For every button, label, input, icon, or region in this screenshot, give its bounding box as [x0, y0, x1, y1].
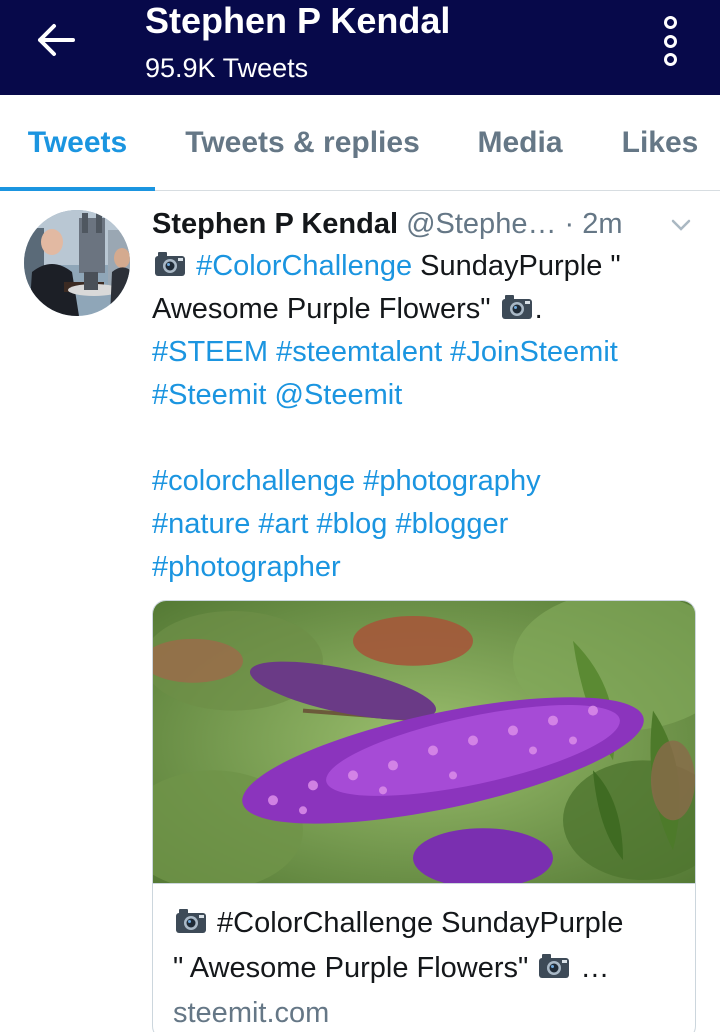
tweet-hashtags-line7[interactable]: #photographer: [152, 546, 712, 589]
tweet-header: Stephen P Kendal @Stephe… · 2m: [152, 203, 712, 245]
profile-tabs: Tweets Tweets & replies Media Likes: [0, 95, 720, 191]
more-options-button[interactable]: [654, 16, 686, 66]
tweet-author-name[interactable]: Stephen P Kendal: [152, 208, 398, 240]
avatar[interactable]: [24, 210, 130, 316]
dot: [663, 34, 677, 48]
dot: [663, 53, 677, 66]
tab-media[interactable]: Media: [455, 95, 585, 191]
card-title-ellipsis: …: [572, 952, 610, 984]
tab-tweets[interactable]: Tweets: [0, 95, 155, 191]
tweet-hashtags-line4[interactable]: #Steemit @Steemit: [152, 374, 712, 417]
tweet-hashtags-line6[interactable]: #nature #art #blog #blogger: [152, 503, 712, 546]
camera-emoji-icon: [155, 252, 185, 276]
arrow-left-icon: [38, 24, 75, 56]
camera-emoji-icon: [501, 295, 532, 319]
chevron-down-icon[interactable]: [670, 216, 692, 234]
profile-header: Stephen P Kendal 95.9K Tweets: [0, 0, 720, 95]
card-title-line2: " Awesome Purple Flowers": [173, 952, 537, 984]
card-domain: steemit.com: [173, 997, 330, 1029]
vertical-dots-icon: [663, 16, 677, 29]
link-preview-card[interactable]: #ColorChallenge SundayPurple " Awesome P…: [152, 600, 696, 1032]
profile-name-title: Stephen P Kendal: [145, 0, 451, 41]
card-title: #ColorChallenge SundayPurple " Awesome P…: [173, 901, 683, 991]
tweet-text: #ColorChallenge SundayPurple " Awesome P…: [152, 245, 712, 589]
tweet-text-line2: Awesome Purple Flowers": [152, 293, 499, 325]
tweet-text-line2-end: .: [534, 293, 543, 325]
tab-likes[interactable]: Likes: [600, 95, 720, 191]
avatar-photo: [24, 210, 130, 316]
tweet-hashtags-line5[interactable]: #colorchallenge #photography: [152, 460, 712, 503]
card-image-purple-flowers: [153, 601, 695, 884]
camera-emoji-icon: [176, 909, 206, 933]
tab-tweets-replies[interactable]: Tweets & replies: [160, 95, 445, 191]
tweet-count: 95.9K Tweets: [145, 53, 309, 83]
active-tab-indicator: [0, 187, 155, 191]
card-title-line1: #ColorChallenge SundayPurple: [209, 907, 624, 939]
tweet-author-handle[interactable]: @Stephe…: [406, 208, 556, 240]
tweet-timestamp: 2m: [582, 208, 623, 240]
camera-emoji-icon: [539, 954, 570, 978]
tweet-separator: ·: [564, 208, 575, 240]
tweet-text-line1: SundayPurple ": [412, 250, 621, 282]
back-button[interactable]: [30, 18, 82, 62]
hashtag-colorchallenge[interactable]: #ColorChallenge: [196, 250, 412, 282]
tweet-hashtags-line3[interactable]: #STEEM #steemtalent #JoinSteemit: [152, 331, 712, 374]
